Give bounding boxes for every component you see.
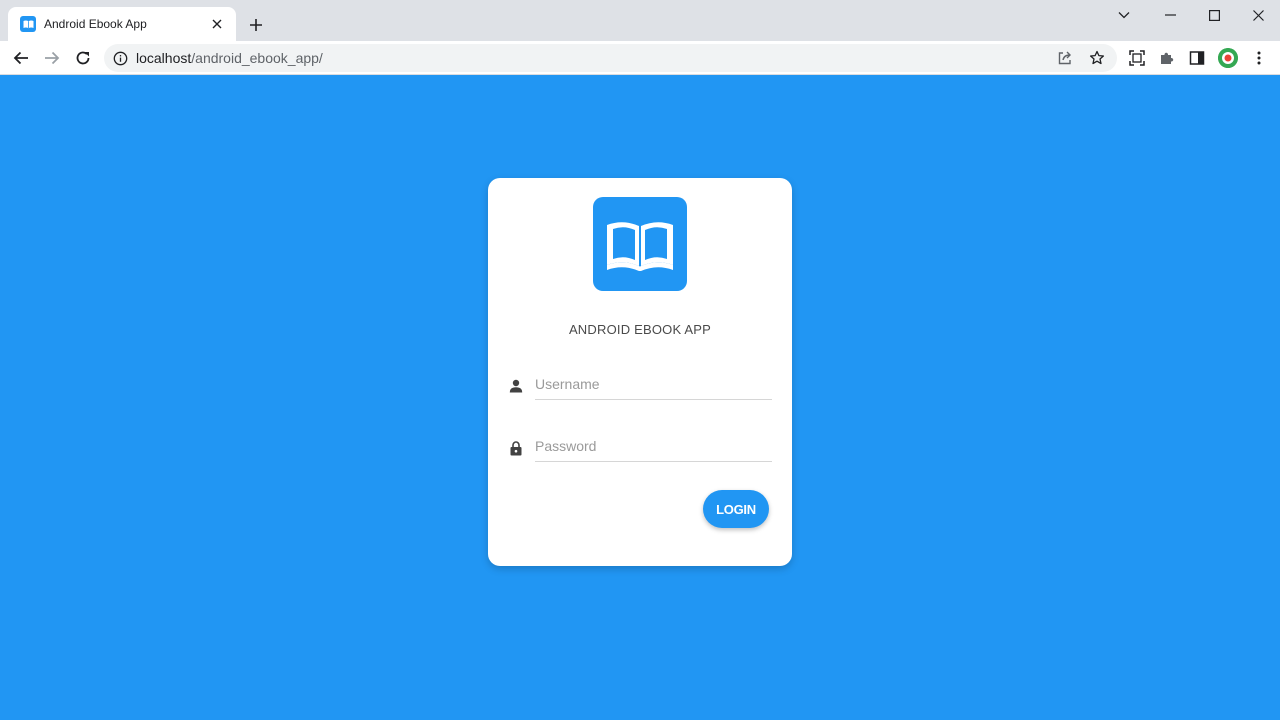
more-menu-icon[interactable] bbox=[1247, 46, 1271, 70]
minimize-icon[interactable] bbox=[1148, 0, 1192, 30]
app-title: ANDROID EBOOK APP bbox=[568, 322, 712, 337]
open-book-icon bbox=[593, 197, 687, 291]
bookmark-star-icon[interactable] bbox=[1085, 46, 1109, 70]
lock-icon bbox=[508, 440, 524, 456]
close-window-icon[interactable] bbox=[1236, 0, 1280, 30]
reload-icon[interactable] bbox=[71, 46, 95, 70]
profile-avatar-icon[interactable] bbox=[1218, 48, 1238, 68]
username-field-group bbox=[508, 368, 772, 408]
share-icon[interactable] bbox=[1053, 46, 1077, 70]
password-field-group bbox=[508, 430, 772, 470]
maximize-icon[interactable] bbox=[1192, 0, 1236, 30]
extensions-puzzle-icon[interactable] bbox=[1155, 46, 1179, 70]
book-favicon-icon bbox=[20, 16, 36, 32]
browser-toolbar: localhost/android_ebook_app/ bbox=[0, 41, 1280, 75]
close-tab-icon[interactable] bbox=[208, 15, 226, 33]
forward-arrow-icon[interactable] bbox=[40, 46, 64, 70]
side-panel-icon[interactable] bbox=[1185, 46, 1209, 70]
new-tab-icon[interactable] bbox=[244, 13, 268, 37]
url-text: localhost/android_ebook_app/ bbox=[136, 50, 323, 66]
address-bar[interactable]: localhost/android_ebook_app/ bbox=[104, 44, 1117, 72]
window-controls bbox=[1100, 0, 1280, 30]
url-path: /android_ebook_app/ bbox=[191, 50, 323, 66]
tab-search-chevron-icon[interactable] bbox=[1100, 0, 1148, 30]
screenshot-capture-icon[interactable] bbox=[1125, 46, 1149, 70]
browser-tabstrip: Android Ebook App bbox=[0, 0, 1280, 41]
password-input[interactable] bbox=[535, 430, 772, 462]
browser-tab[interactable]: Android Ebook App bbox=[8, 7, 236, 41]
user-icon bbox=[508, 378, 524, 394]
login-button[interactable]: LOGIN bbox=[703, 490, 769, 528]
site-info-icon[interactable] bbox=[112, 50, 128, 66]
tab-title: Android Ebook App bbox=[44, 17, 147, 31]
username-input[interactable] bbox=[535, 368, 772, 400]
back-arrow-icon[interactable] bbox=[9, 46, 33, 70]
url-host: localhost bbox=[136, 50, 192, 66]
login-card: ANDROID EBOOK APP LOGIN bbox=[488, 178, 792, 566]
